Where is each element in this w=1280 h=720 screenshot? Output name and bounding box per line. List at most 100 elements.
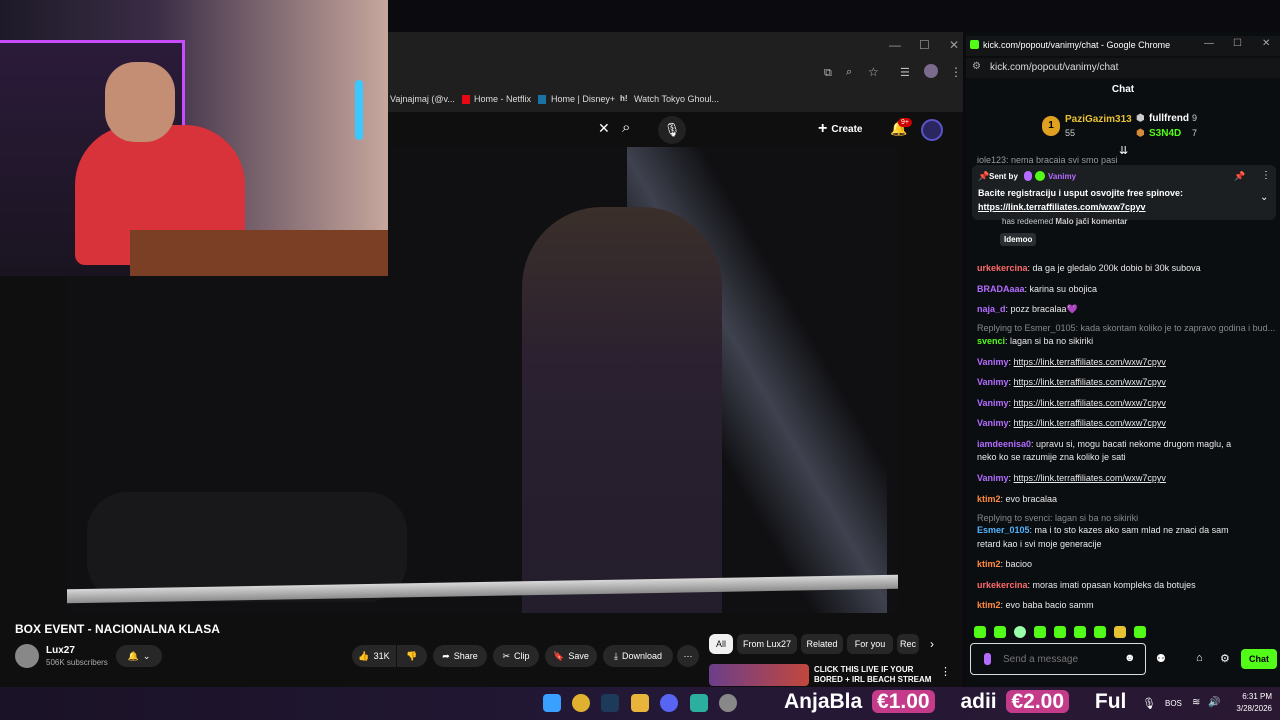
chat-username[interactable]: Vanimy bbox=[977, 398, 1009, 408]
emote-icon[interactable] bbox=[974, 626, 986, 638]
windows-start-icon[interactable] bbox=[543, 694, 561, 712]
clock-time[interactable]: 6:31 PM bbox=[1236, 692, 1272, 701]
chat-input-box[interactable]: ☻ bbox=[970, 643, 1146, 675]
clear-search-icon[interactable]: ✕ bbox=[598, 120, 610, 137]
emote-icon[interactable] bbox=[1074, 626, 1086, 638]
bookmark-item[interactable]: Home - Netflix bbox=[474, 94, 531, 104]
collapse-icon[interactable]: ⇊ bbox=[1119, 144, 1128, 157]
save-button[interactable]: 🔖 Save bbox=[545, 645, 597, 667]
bookmark-item[interactable]: Vajnajmaj (@v... bbox=[390, 94, 455, 104]
chat-username[interactable]: Vanimy bbox=[977, 357, 1009, 367]
chip-related[interactable]: Related bbox=[801, 634, 843, 654]
create-button[interactable]: + Create bbox=[818, 117, 872, 141]
expand-chevron-icon[interactable]: ⌄ bbox=[1260, 192, 1268, 203]
wifi-icon[interactable]: ≋ bbox=[1192, 697, 1200, 708]
emote-icon[interactable] bbox=[1054, 626, 1066, 638]
volume-icon[interactable]: 🔊 bbox=[1208, 697, 1220, 708]
subscribe-bell-button[interactable]: 🔔 ⌄ bbox=[116, 645, 162, 667]
chat-username[interactable]: ktim2 bbox=[977, 600, 1001, 610]
bookmark-star-icon[interactable]: ☆ bbox=[868, 65, 879, 79]
steam-icon[interactable] bbox=[601, 694, 619, 712]
more-actions-button[interactable]: ⋯ bbox=[677, 645, 699, 667]
emote-icon[interactable] bbox=[1134, 626, 1146, 638]
minimize-button[interactable]: — bbox=[1204, 38, 1214, 49]
zoom-icon[interactable]: ⌕ bbox=[846, 66, 852, 79]
channel-name[interactable]: Lux27 bbox=[46, 645, 75, 656]
pinned-link[interactable]: https://link.terraffiliates.com/wxw7cpyv bbox=[978, 202, 1146, 212]
emote-icon[interactable] bbox=[1014, 626, 1026, 638]
gift-icon[interactable]: ⌂ bbox=[1196, 652, 1203, 664]
voice-search-icon[interactable]: 🎙 bbox=[658, 116, 686, 144]
chat-input[interactable] bbox=[1001, 652, 1121, 666]
chat-link[interactable]: https://link.terraffiliates.com/wxw7cpyv bbox=[1014, 357, 1166, 367]
pinned-menu-icon[interactable]: ⋮ bbox=[1261, 170, 1271, 181]
chat-username[interactable]: ktim2 bbox=[977, 494, 1001, 504]
chip-all[interactable]: All bbox=[709, 634, 733, 654]
chat-username[interactable]: BRADAaaa bbox=[977, 284, 1025, 294]
chat-username[interactable]: naja_d bbox=[977, 304, 1006, 314]
emote-icon[interactable] bbox=[1094, 626, 1106, 638]
chat-username[interactable]: Vanimy bbox=[977, 418, 1009, 428]
chip-recent[interactable]: Rec bbox=[897, 634, 919, 654]
chat-link[interactable]: https://link.terraffiliates.com/wxw7cpyv bbox=[1014, 377, 1166, 387]
chat-link[interactable]: https://link.terraffiliates.com/wxw7cpyv bbox=[1014, 473, 1166, 483]
leader-name[interactable]: S3N4D bbox=[1149, 128, 1181, 139]
emote-icon[interactable] bbox=[1034, 626, 1046, 638]
dislike-button[interactable]: 👎 bbox=[397, 645, 427, 667]
maximize-button[interactable]: ☐ bbox=[1233, 38, 1242, 49]
chat-address-bar[interactable]: ⚙ kick.com/popout/vanimy/chat bbox=[966, 58, 1280, 78]
recommended-thumbnail[interactable] bbox=[709, 664, 809, 686]
search-icon[interactable]: ⌕ bbox=[622, 119, 630, 136]
maximize-button[interactable]: ☐ bbox=[919, 38, 930, 52]
chat-username[interactable]: Esmer_0105 bbox=[977, 525, 1030, 535]
chat-link[interactable]: https://link.terraffiliates.com/wxw7cpyv bbox=[1014, 418, 1166, 428]
profile-avatar[interactable] bbox=[924, 64, 938, 78]
download-button[interactable]: ⤓ Download bbox=[603, 645, 673, 667]
clip-button[interactable]: ✂ Clip bbox=[493, 645, 539, 667]
close-button[interactable]: ✕ bbox=[949, 38, 959, 52]
close-button[interactable]: ✕ bbox=[1262, 38, 1270, 49]
pinned-author[interactable]: Vanimy bbox=[1048, 172, 1076, 181]
chat-username[interactable]: iamdeenisa0 bbox=[977, 439, 1031, 449]
emote-icon[interactable] bbox=[1114, 626, 1126, 638]
leader-name[interactable]: PaziGazim313 bbox=[1065, 114, 1132, 125]
channel-avatar[interactable] bbox=[15, 644, 39, 668]
like-button[interactable]: 👍 31K bbox=[352, 645, 396, 667]
chat-username[interactable]: urkekercina bbox=[977, 580, 1028, 590]
emote-icon[interactable] bbox=[994, 626, 1006, 638]
chip-from-channel[interactable]: From Lux27 bbox=[737, 634, 797, 654]
chat-username[interactable]: urkekercina bbox=[977, 263, 1028, 273]
chrome-icon[interactable] bbox=[572, 694, 590, 712]
chat-link[interactable]: https://link.terraffiliates.com/wxw7cpyv bbox=[1014, 398, 1166, 408]
leader-name[interactable]: fullfrend bbox=[1149, 113, 1189, 124]
file-explorer-icon[interactable] bbox=[631, 694, 649, 712]
chat-username[interactable]: Vanimy bbox=[977, 377, 1009, 387]
bookmark-item[interactable]: Watch Tokyo Ghoul... bbox=[634, 94, 719, 104]
chat-send-button[interactable]: Chat bbox=[1241, 649, 1277, 669]
emoji-icon[interactable]: ☻ bbox=[1124, 652, 1136, 664]
settings-gear-icon[interactable]: ⚙ bbox=[1220, 652, 1230, 665]
discord-icon[interactable] bbox=[660, 694, 678, 712]
settings-icon[interactable] bbox=[719, 694, 737, 712]
cast-icon[interactable]: ⧉ bbox=[824, 67, 832, 80]
extensions-icon[interactable]: ☰ bbox=[900, 66, 910, 79]
keyboard-language[interactable]: BOS bbox=[1165, 699, 1182, 708]
bookmark-item[interactable]: Home | Disney+ bbox=[551, 94, 615, 104]
address-bar[interactable]: ⧉ ⌕ ☆ ☰ ⋮ bbox=[388, 60, 963, 88]
microphone-icon[interactable]: 🎙 bbox=[1142, 697, 1156, 710]
chat-username[interactable]: svenci bbox=[977, 336, 1005, 346]
chat-username[interactable]: Vanimy bbox=[977, 473, 1009, 483]
chip-for-you[interactable]: For you bbox=[847, 634, 893, 654]
recommended-menu-icon[interactable]: ⋮ bbox=[940, 665, 951, 678]
more-menu-icon[interactable]: ⋮ bbox=[950, 65, 962, 79]
site-info-icon[interactable]: ⚙ bbox=[972, 61, 981, 72]
minimize-button[interactable]: — bbox=[889, 38, 901, 52]
app-icon[interactable] bbox=[690, 694, 708, 712]
chevron-right-icon[interactable]: › bbox=[930, 637, 934, 651]
clock-date[interactable]: 3/28/2026 bbox=[1228, 704, 1272, 713]
share-button[interactable]: ➦ Share bbox=[433, 645, 487, 667]
account-avatar[interactable] bbox=[921, 119, 943, 141]
chat-username[interactable]: ktim2 bbox=[977, 559, 1001, 569]
badges-icon[interactable]: ⚉ bbox=[1156, 652, 1166, 665]
unpin-icon[interactable]: 📌 bbox=[1234, 171, 1245, 182]
